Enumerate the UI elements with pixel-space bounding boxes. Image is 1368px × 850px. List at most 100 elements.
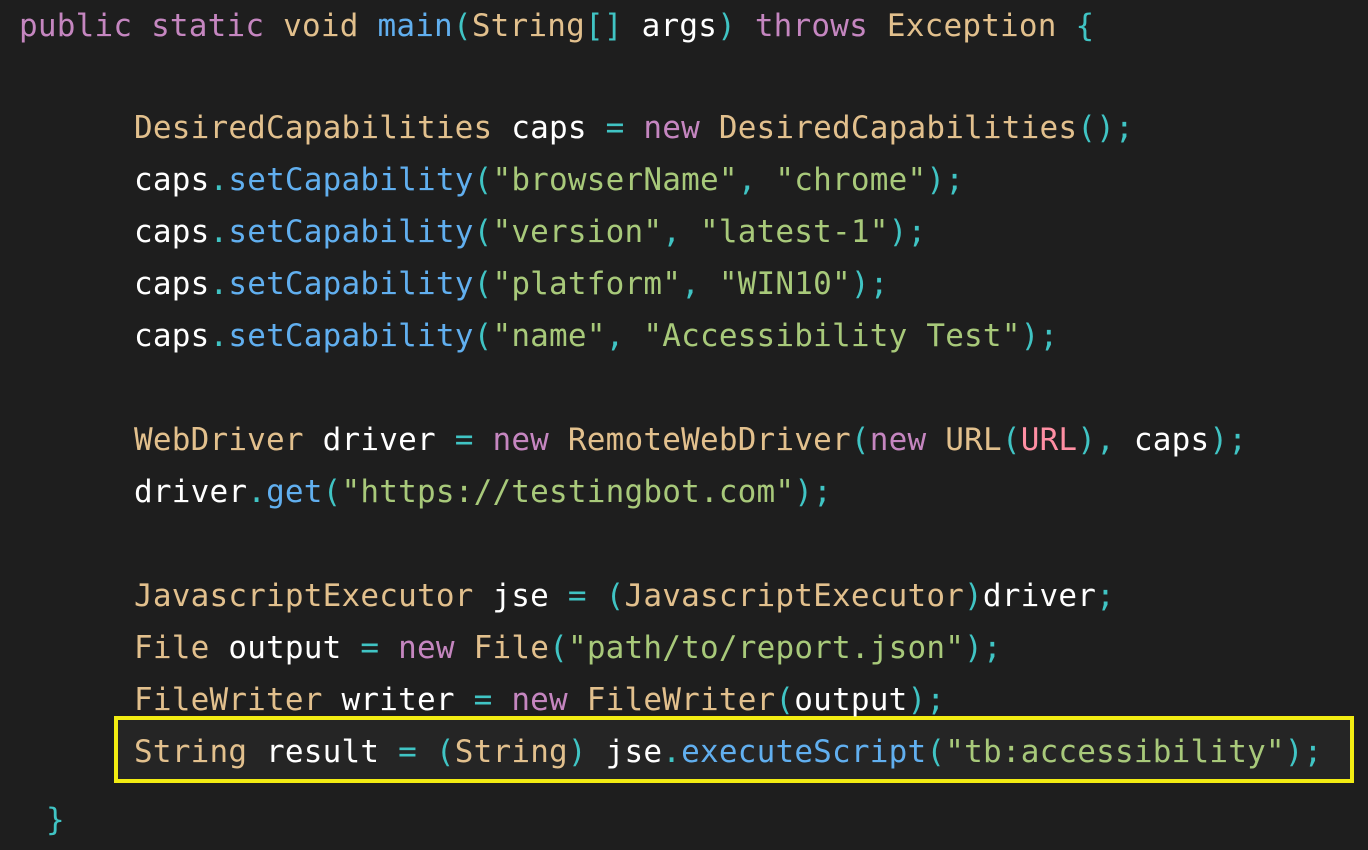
code-line-jse-declare: JavascriptExecutor jse = (JavascriptExec… xyxy=(0,570,1115,622)
code-line-caps-name: caps.setCapability("name", "Accessibilit… xyxy=(0,310,1058,362)
code-token: ( xyxy=(473,318,493,354)
code-token: ( xyxy=(549,630,568,666)
code-line-main-signature: public static void main(String[] args) t… xyxy=(0,0,1094,52)
code-token: void xyxy=(283,8,359,44)
code-token: "browserName" xyxy=(492,162,738,198)
code-token: new xyxy=(511,682,568,718)
code-token: caps xyxy=(134,162,210,198)
code-token: , xyxy=(681,266,719,302)
code-token: JavascriptExecutor xyxy=(134,578,474,614)
code-line-writer-declare: FileWriter writer = new FileWriter(outpu… xyxy=(0,674,945,726)
code-token: output xyxy=(794,682,908,718)
code-token: . xyxy=(209,214,229,250)
code-token: jse xyxy=(473,578,568,614)
code-token: main xyxy=(377,8,453,44)
code-token: . xyxy=(209,266,229,302)
code-token: FileWriter xyxy=(134,682,323,718)
code-token: . xyxy=(247,474,267,510)
code-token: ; xyxy=(1096,578,1115,614)
code-token: ); xyxy=(1209,422,1248,458)
code-token: ); xyxy=(926,162,965,198)
code-token: ( xyxy=(1001,422,1021,458)
code-token: , xyxy=(605,318,644,354)
code-token: ); xyxy=(850,266,889,302)
code-token: ( xyxy=(473,214,493,250)
code-token: "WIN10" xyxy=(718,266,851,302)
code-token: . xyxy=(662,734,682,770)
code-token: result xyxy=(247,734,399,770)
code-token: caps xyxy=(134,318,210,354)
code-line-file-declare: File output = new File("path/to/report.j… xyxy=(0,622,1002,674)
code-line-caps-declare: DesiredCapabilities caps = new DesiredCa… xyxy=(0,102,1134,154)
code-token: args xyxy=(622,8,718,44)
code-line-driver-get: driver.get("https://testingbot.com"); xyxy=(0,466,832,518)
code-token: static xyxy=(151,8,265,44)
code-token: WebDriver xyxy=(134,422,304,458)
code-token: ( xyxy=(435,734,455,770)
code-token: output xyxy=(209,630,361,666)
code-token: driver xyxy=(303,422,455,458)
code-token: public xyxy=(19,8,133,44)
code-token: driver xyxy=(134,474,248,510)
code-line-result-execute: String result = (String) jse.executeScri… xyxy=(0,726,1323,778)
code-token: DesiredCapabilities xyxy=(134,110,493,146)
code-token: new xyxy=(869,422,927,458)
code-token: (); xyxy=(1077,110,1134,146)
code-editor: public static void main(String[] args) t… xyxy=(0,0,1368,850)
code-token: "chrome" xyxy=(775,162,927,198)
code-token: ); xyxy=(794,474,832,510)
code-token: ( xyxy=(775,682,795,718)
code-token: String xyxy=(134,734,248,770)
code-token: FileWriter xyxy=(586,682,776,718)
code-token: ) xyxy=(964,578,983,614)
code-token: URL xyxy=(945,422,1002,458)
code-token: = xyxy=(454,422,474,458)
code-token: new xyxy=(643,110,700,146)
code-token: = xyxy=(398,734,417,770)
code-token: setCapability xyxy=(228,162,474,198)
code-token: ( xyxy=(850,422,870,458)
code-token: File xyxy=(134,630,210,666)
code-token: ); xyxy=(1020,318,1059,354)
code-token: get xyxy=(266,474,323,510)
code-token: ); xyxy=(964,630,1002,666)
code-token: setCapability xyxy=(228,266,474,302)
code-token: JavascriptExecutor xyxy=(624,578,965,614)
code-token: ( xyxy=(926,734,946,770)
code-token: setCapability xyxy=(228,214,474,250)
code-token: ); xyxy=(1284,734,1323,770)
code-token: DesiredCapabilities xyxy=(718,110,1078,146)
code-line-caps-platform: caps.setCapability("platform", "WIN10"); xyxy=(0,258,889,310)
code-token: caps xyxy=(1133,422,1210,458)
code-token: . xyxy=(209,162,229,198)
code-token: jse xyxy=(586,734,663,770)
code-token: caps xyxy=(134,214,210,250)
code-token: String xyxy=(454,734,568,770)
code-token: = xyxy=(473,682,493,718)
code-token: = xyxy=(605,110,625,146)
code-token: ( xyxy=(322,474,342,510)
code-token: "tb:accessibility" xyxy=(945,734,1285,770)
code-token: . xyxy=(209,318,229,354)
code-token: Exception xyxy=(886,8,1057,44)
code-token: driver xyxy=(982,578,1097,614)
code-token: "name" xyxy=(492,318,606,354)
code-token: ); xyxy=(907,682,946,718)
code-token: [] xyxy=(585,8,623,44)
code-token: setCapability xyxy=(228,318,474,354)
code-token: , xyxy=(662,214,700,250)
code-token: "https://testingbot.com" xyxy=(341,474,795,510)
code-token: "latest-1" xyxy=(699,214,889,250)
code-token: executeScript xyxy=(681,734,927,770)
